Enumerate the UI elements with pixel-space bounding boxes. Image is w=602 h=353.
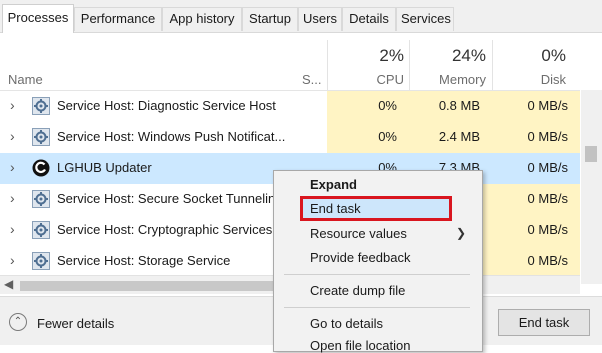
chevron-right-icon[interactable]: › xyxy=(10,221,15,237)
scroll-left-arrow-icon[interactable]: ◀ xyxy=(4,277,13,291)
table-row[interactable]: › Service Host: Windows Push Notificat...… xyxy=(0,122,580,153)
chevron-right-icon[interactable]: › xyxy=(10,97,15,113)
disk-value: 0 MB/s xyxy=(527,98,568,113)
disk-total-percent: 0% xyxy=(541,46,566,65)
cpu-total-percent: 2% xyxy=(379,46,404,65)
chevron-right-icon[interactable]: › xyxy=(10,190,15,206)
disk-value: 0 MB/s xyxy=(527,222,568,237)
tab-details[interactable]: Details xyxy=(342,7,396,31)
gear-icon xyxy=(32,97,50,115)
chevron-right-icon[interactable]: › xyxy=(10,159,15,175)
menu-item-open-file-location[interactable]: Open file location xyxy=(310,338,410,353)
menu-item-end-task[interactable]: End task xyxy=(310,201,361,216)
memory-cell: 0.8 MB xyxy=(409,91,492,122)
column-header-name[interactable]: Name xyxy=(8,72,43,87)
disk-cell: 0 MB/s xyxy=(492,122,580,153)
fewer-details-link[interactable]: Fewer details xyxy=(37,316,114,331)
disk-value: 0 MB/s xyxy=(527,253,568,268)
tab-performance[interactable]: Performance xyxy=(74,7,162,31)
vertical-scrollbar[interactable] xyxy=(581,90,602,284)
process-name: Service Host: Cryptographic Services xyxy=(57,222,273,237)
disk-value: 0 MB/s xyxy=(527,191,568,206)
disk-cell: 0 MB/s xyxy=(492,246,580,277)
gear-icon xyxy=(32,190,50,208)
end-task-button[interactable]: End task xyxy=(498,309,590,336)
submenu-arrow-icon: ❯ xyxy=(456,226,467,240)
menu-item-expand[interactable]: Expand xyxy=(310,177,357,192)
disk-value: 0 MB/s xyxy=(527,129,568,144)
process-name: Service Host: Diagnostic Service Host xyxy=(57,98,276,113)
column-separator xyxy=(409,40,410,90)
cpu-cell: 0% xyxy=(327,91,409,122)
disk-value: 0 MB/s xyxy=(527,160,568,175)
cpu-cell: 0% xyxy=(327,122,409,153)
menu-separator xyxy=(284,274,470,275)
column-separator xyxy=(492,40,493,90)
memory-value: 0.8 MB xyxy=(438,98,480,113)
column-header-memory[interactable]: Memory xyxy=(418,72,486,87)
tab-services[interactable]: Services xyxy=(396,7,454,31)
tab-bar: Processes Performance App history Startu… xyxy=(0,0,602,33)
tab-startup[interactable]: Startup xyxy=(242,7,298,31)
gear-icon xyxy=(32,128,50,146)
memory-total-percent: 24% xyxy=(451,46,486,65)
chevron-right-icon[interactable]: › xyxy=(10,252,15,268)
tab-processes[interactable]: Processes xyxy=(2,4,74,33)
cpu-value: 0% xyxy=(378,98,397,113)
process-name: Service Host: Windows Push Notificat... xyxy=(57,129,286,144)
menu-separator xyxy=(284,307,470,308)
chevron-right-icon[interactable]: › xyxy=(10,128,15,144)
menu-item-provide-feedback[interactable]: Provide feedback xyxy=(310,250,410,265)
gear-icon xyxy=(32,221,50,239)
tab-app-history[interactable]: App history xyxy=(162,7,242,31)
horizontal-scrollbar-thumb[interactable] xyxy=(20,281,290,291)
column-separator xyxy=(327,40,328,90)
memory-cell: 2.4 MB xyxy=(409,122,492,153)
column-header-cpu[interactable]: CPU xyxy=(340,72,404,87)
disk-cell: 0 MB/s xyxy=(492,215,580,246)
process-name: Service Host: Storage Service xyxy=(57,253,231,268)
menu-item-create-dump-file[interactable]: Create dump file xyxy=(310,283,405,298)
tab-users[interactable]: Users xyxy=(298,7,342,31)
chevron-up-icon[interactable]: ⌃ xyxy=(9,313,27,331)
process-name: Service Host: Secure Socket Tunnelin xyxy=(57,191,276,206)
column-header-status[interactable]: S... xyxy=(302,72,322,87)
gear-icon xyxy=(32,252,50,270)
menu-item-resource-values[interactable]: Resource values xyxy=(310,226,407,241)
cpu-value: 0% xyxy=(378,129,397,144)
lghub-logo-icon xyxy=(32,159,50,177)
disk-cell: 0 MB/s xyxy=(492,184,580,215)
vertical-scrollbar-thumb[interactable] xyxy=(585,146,597,162)
table-row[interactable]: › Service Host: Diagnostic Service Host 0%… xyxy=(0,91,580,122)
disk-cell: 0 MB/s xyxy=(492,153,580,184)
memory-value: 2.4 MB xyxy=(438,129,480,144)
disk-cell: 0 MB/s xyxy=(492,91,580,122)
column-header-disk[interactable]: Disk xyxy=(500,72,566,87)
menu-item-go-to-details[interactable]: Go to details xyxy=(310,316,383,331)
process-name: LGHUB Updater xyxy=(57,160,152,175)
